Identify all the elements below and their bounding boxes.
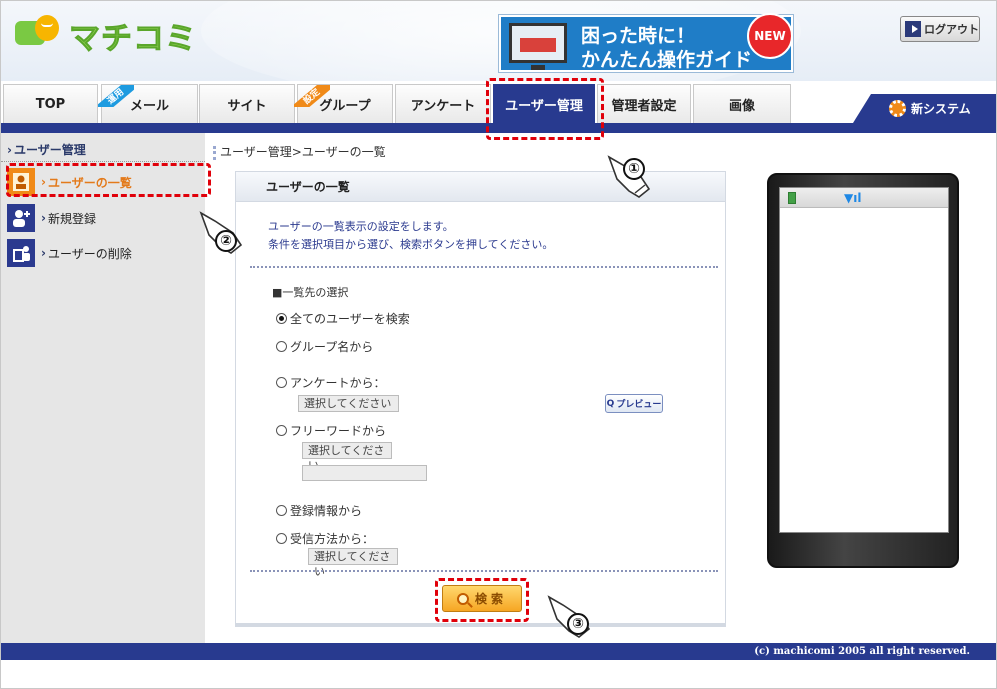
radio-freeword[interactable]: フリーワードから [276,422,386,439]
phone-preview: ▼ıl [767,173,959,568]
callout-1: ① [623,158,645,180]
preview-button[interactable]: Q プレビュー [605,394,663,413]
highlight-search-button [435,578,529,622]
survey-select[interactable]: 選択してください [298,395,399,412]
ribbon-operation: 運用 [98,85,134,107]
breadcrumb: ユーザー管理>ユーザーの一覧 [213,143,386,160]
tab-site[interactable]: サイト [199,84,295,123]
trash-user-icon [7,239,35,267]
app-window: マチコミ 困った時に！ かんたん操作ガイド NEW ログアウト TOP 運用 メ… [0,0,997,689]
banner-line1: 困った時に！ [581,25,696,47]
logo-mark-icon [15,15,61,55]
header: マチコミ 困った時に！ かんたん操作ガイド NEW ログアウト [1,1,996,81]
logout-icon [905,21,921,37]
ribbon-settings: 設定 [294,85,330,107]
radio-survey[interactable]: アンケートから： [276,374,386,391]
logo-text: マチコミ [69,20,197,57]
tab-survey[interactable]: アンケート [395,84,491,123]
tab-group[interactable]: 設定 グループ [294,84,393,123]
sidebar-item-delete-user[interactable]: › ユーザーの削除 [7,238,203,268]
delivery-select[interactable]: 選択してください [308,548,398,578]
freeword-select[interactable]: 選択してください [302,442,392,472]
monitor-icon [509,23,567,63]
new-badge: NEW [747,13,793,59]
signal-icon: ▼ıl [844,191,862,205]
logout-label: ログアウト [924,23,979,36]
logout-button[interactable]: ログアウト [900,16,980,42]
callout-2: ② [215,230,237,252]
tab-top[interactable]: TOP [3,84,98,123]
radio-registration[interactable]: 登録情報から [276,502,362,519]
highlight-user-list-item [6,163,211,197]
gear-icon [889,100,906,117]
battery-icon [788,192,796,204]
sidebar: › ユーザー管理 › ユーザーの一覧 › 新規登録 › ユーザーの削除 [1,133,205,643]
tab-admin-settings[interactable]: 管理者設定 [597,84,691,123]
add-user-icon [7,204,35,232]
radio-group[interactable]: グループ名から [276,338,373,355]
divider [250,266,718,268]
banner-line2: かんたん操作ガイド [581,49,753,71]
sidebar-title: › ユーザー管理 [1,143,205,162]
user-list-panel: ユーザーの一覧 ユーザーの一覧表示の設定をします。 条件を選択項目から選び、検索… [235,171,726,627]
tab-mail[interactable]: 運用 メール [98,84,198,123]
section-heading: ■一覧先の選択 [272,286,349,299]
callout-3: ③ [567,613,589,635]
divider [250,570,718,572]
phone-screen: ▼ıl [779,187,949,533]
panel-description: ユーザーの一覧表示の設定をします。 条件を選択項目から選び、検索ボタンを押してく… [268,220,554,251]
radio-all-users[interactable]: 全てのユーザーを検索 [276,310,410,327]
highlight-user-management-tab [486,78,604,140]
freeword-input[interactable] [302,465,427,481]
sidebar-item-new-registration[interactable]: › 新規登録 [7,203,203,233]
guide-banner[interactable]: 困った時に！ かんたん操作ガイド NEW [499,13,793,72]
logo[interactable]: マチコミ [15,15,197,57]
phone-status-bar: ▼ıl [780,188,948,208]
footer: (c) machicomi 2005 all right reserved. [1,643,996,660]
new-system-button[interactable]: 新システム [853,94,996,123]
radio-delivery[interactable]: 受信方法から： [276,530,374,547]
tab-images[interactable]: 画像 [693,84,791,123]
